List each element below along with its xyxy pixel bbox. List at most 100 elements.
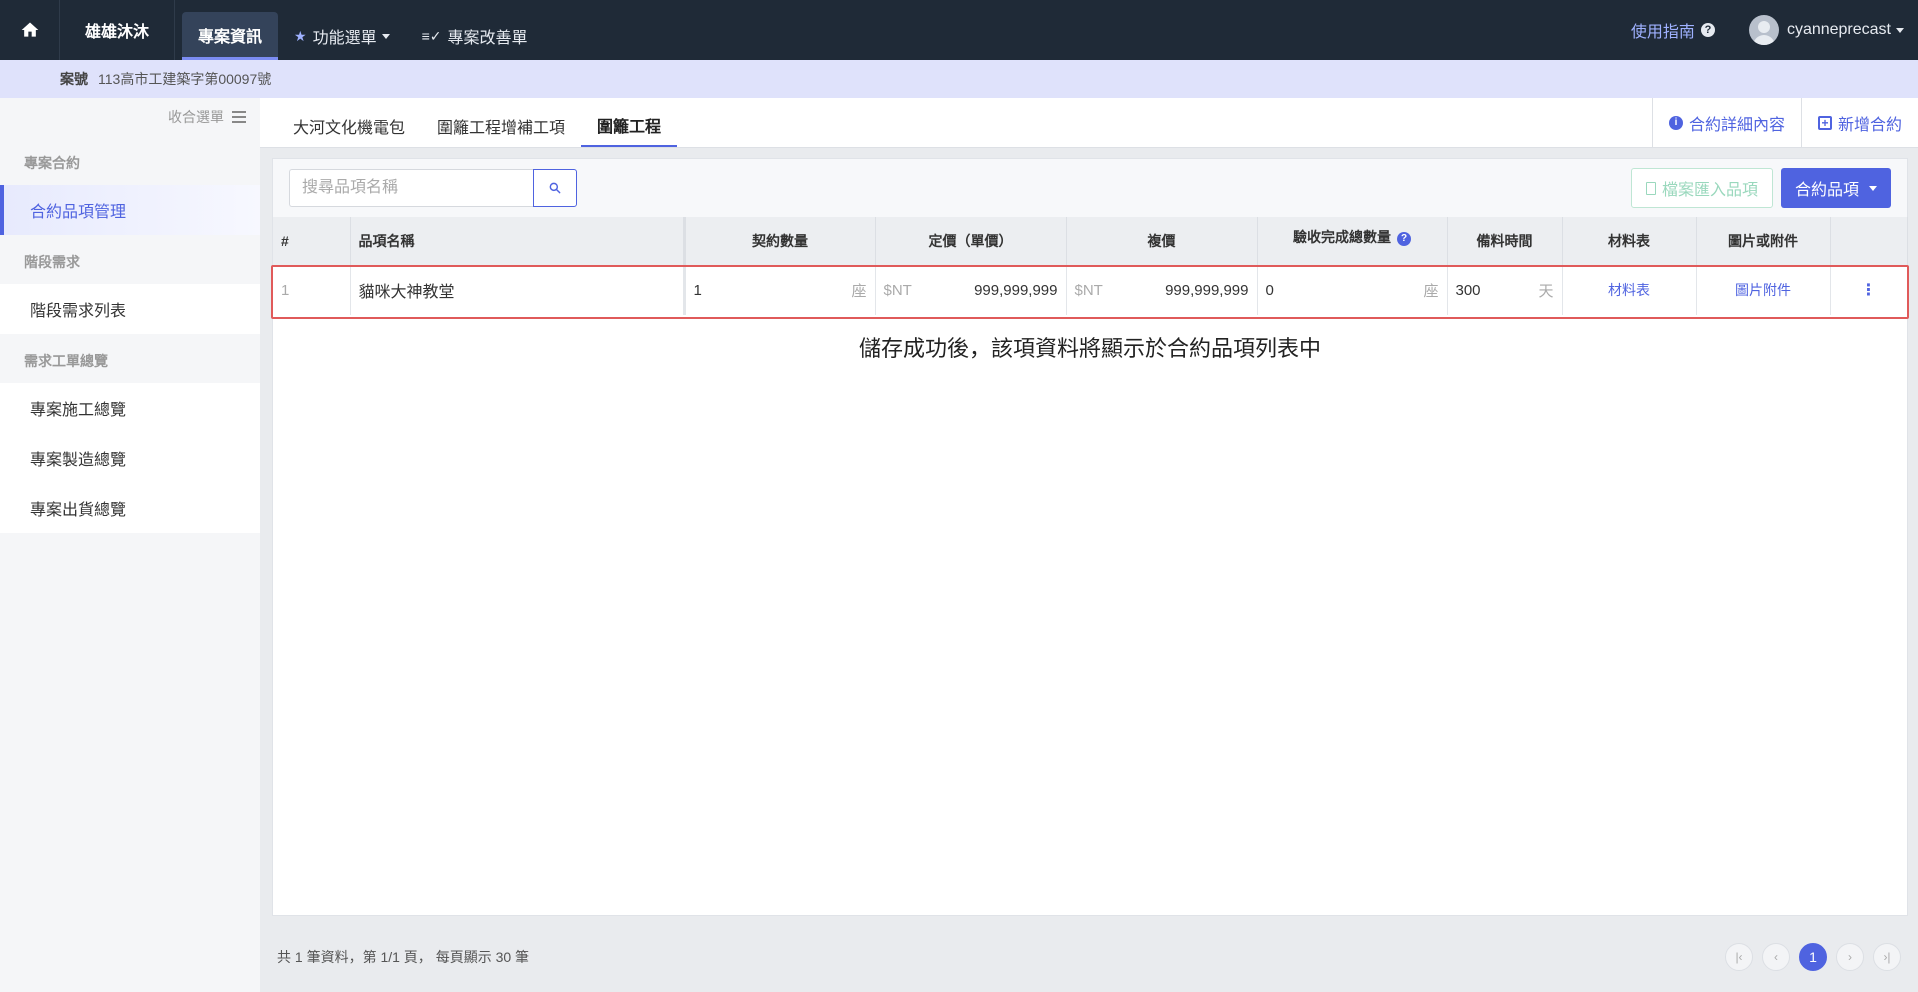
col-header-name: 品項名稱 [350,217,686,265]
checklist-icon: ≡✓ [421,27,442,44]
search-button[interactable] [533,169,577,207]
sidebar-group-title: 專案合約 [0,136,260,185]
nav-label: 專案改善單 [447,30,528,47]
home-button[interactable] [0,0,60,60]
qty-unit: 座 [851,282,867,300]
nav-project-info[interactable]: 專案資訊 [182,12,279,60]
first-page-icon[interactable]: |‹ [1725,943,1753,971]
col-header-accepted: 驗收完成總數量? [1257,217,1448,265]
table-toolbar: 檔案匯入品項 合約品項 [273,159,1907,217]
help-icon[interactable]: ? [1397,231,1411,246]
contract-tabs-bar: 大河文化機電包 圍籬工程增補工項 圍籬工程 i 合約詳細內容 + 新增合約 [260,98,1918,148]
collapse-label: 收合選單 [168,109,224,125]
sidebar-item-stage-requests[interactable]: 階段需求列表 [0,284,260,334]
next-page-icon[interactable]: › [1836,943,1864,971]
new-contract-button[interactable]: + 新增合約 [1800,98,1918,147]
materials-link[interactable]: 材料表 [1562,265,1697,315]
contract-tabs: 大河文化機電包 圍籬工程增補工項 圍籬工程 [260,98,678,147]
case-label: 案號 [60,71,88,87]
sidebar-item-contract-items[interactable]: 合約品項管理 [0,185,260,235]
total-prefix: $NT [1074,281,1103,299]
tab-contract-3[interactable]: 圍籬工程 [581,98,678,147]
case-number: 113高市工建築字第00097號 [98,71,272,87]
prev-page-icon[interactable]: ‹ [1762,943,1790,971]
file-import-button[interactable]: 檔案匯入品項 [1630,168,1773,208]
caret-down-icon [1896,27,1904,33]
user-menu[interactable]: cyanneprecast [1748,15,1904,45]
accepted-header-label: 驗收完成總數量 [1293,229,1391,245]
avatar [1748,15,1779,45]
tab-contract-2[interactable]: 圍籬工程增補工項 [421,98,581,147]
sidebar-group-title: 階段需求 [0,235,260,284]
sidebar: 收合選單 專案合約 合約品項管理 階段需求 階段需求列表 需求工單總覽 專案施工… [0,98,260,992]
nav-label: 功能選單 [312,30,377,47]
last-page-icon[interactable]: ›| [1873,943,1901,971]
sidebar-item-shipping-overview[interactable]: 專案出貨總覽 [0,483,260,533]
row-accepted: 0 [1265,281,1274,299]
search-input[interactable] [289,169,533,207]
contract-items-table: # 品項名稱 契約數量 定價（單價） 複價 驗收完成總數量? 備料時間 材料表 … [273,217,1908,315]
nav-function-menu[interactable]: ★ 功能選單 [278,12,406,60]
file-icon [1645,181,1656,195]
row-price-cell: $NT 999,999,999 [875,265,1067,315]
new-contract-label: 新增合約 [1837,116,1902,134]
col-header-prep-time: 備料時間 [1447,217,1563,265]
table-row[interactable]: 1 貓咪大神教堂 1座 $NT 999,999,999 $NT 999,999,99… [273,265,1908,315]
col-header-qty: 契約數量 [684,217,876,265]
info-icon: i [1668,115,1683,130]
row-prep-cell: 300 天 [1447,265,1563,315]
nav-label: 專案資訊 [198,28,263,46]
topbar-right: 使用指南 ? cyanneprecast [1631,0,1918,60]
page-button[interactable]: 1 [1799,943,1827,971]
row-price: 999,999,999 [974,281,1058,299]
import-label: 檔案匯入品項 [1661,182,1758,199]
items-label: 合約品項 [1794,182,1859,199]
collapse-menu-button[interactable]: 收合選單 [0,98,260,136]
brand-name[interactable]: 雄雄沐沐 [60,0,175,60]
main-nav: 專案資訊 ★ 功能選單 ≡✓ 專案改善單 [182,0,544,60]
help-icon: ? [1700,23,1715,37]
contract-items-button[interactable]: 合約品項 [1780,168,1891,208]
row-item-name: 貓咪大神教堂 [350,265,686,315]
tab-contract-1[interactable]: 大河文化機電包 [277,98,421,147]
star-icon: ★ [294,27,307,44]
pagination-summary: 共 1 筆資料，第 1/1 頁， 每頁顯示 30 筆 [277,949,530,965]
row-total-cell: $NT 999,999,999 [1066,265,1258,315]
row-qty-cell: 1座 [684,265,876,315]
nav-improvement-form[interactable]: ≡✓ 專案改善單 [406,12,544,60]
sidebar-group-title: 需求工單總覽 [0,334,260,383]
price-prefix: $NT [883,281,912,299]
contract-details-button[interactable]: i 合約詳細內容 [1651,98,1801,147]
col-header-price: 定價（單價） [875,217,1067,265]
sidebar-item-construction-overview[interactable]: 專案施工總覽 [0,383,260,433]
sidebar-item-manufacturing-overview[interactable]: 專案製造總覽 [0,433,260,483]
toolbar-right: 檔案匯入品項 合約品項 [1630,168,1891,208]
row-qty: 1 [693,281,702,299]
home-icon [21,22,38,37]
prep-unit: 天 [1538,282,1554,300]
caret-down-icon [1869,185,1877,191]
table-wrapper: # 品項名稱 契約數量 定價（單價） 複價 驗收完成總數量? 備料時間 材料表 … [271,217,1909,319]
caret-down-icon [381,33,390,39]
col-header-actions [1830,217,1908,265]
hamburger-icon [232,108,246,126]
accepted-unit: 座 [1423,282,1439,300]
user-guide-link[interactable]: 使用指南 ? [1631,18,1715,42]
case-number-bar: 案號 113高市工建築字第00097號 [0,60,1918,98]
main-content: 大河文化機電包 圍籬工程增補工項 圍籬工程 i 合約詳細內容 + 新增合約 搜尋… [260,98,1918,992]
details-label: 合約詳細內容 [1688,116,1785,134]
attachments-link[interactable]: 圖片附件 [1696,265,1831,315]
col-header-attachments: 圖片或附件 [1696,217,1831,265]
row-accepted-cell: 0座 [1257,265,1448,315]
add-box-icon: + [1817,115,1832,130]
top-navbar: 雄雄沐沐 專案資訊 ★ 功能選單 ≡✓ 專案改善單 使用指南 ? cyannep… [0,0,1918,60]
search-icon [549,182,561,194]
col-header-materials: 材料表 [1562,217,1697,265]
table-footer: 共 1 筆資料，第 1/1 頁， 每頁顯示 30 筆 |‹ ‹ 1 › ›| [260,922,1918,992]
row-total: 999,999,999 [1165,281,1249,299]
col-header-index: # [273,217,351,265]
tab-actions: i 合約詳細內容 + 新增合約 [1651,98,1918,147]
pagination: |‹ ‹ 1 › ›| [1716,943,1901,971]
table-header-row: # 品項名稱 契約數量 定價（單價） 複價 驗收完成總數量? 備料時間 材料表 … [273,217,1908,265]
more-actions-icon[interactable]: ⋮ [1830,265,1908,315]
